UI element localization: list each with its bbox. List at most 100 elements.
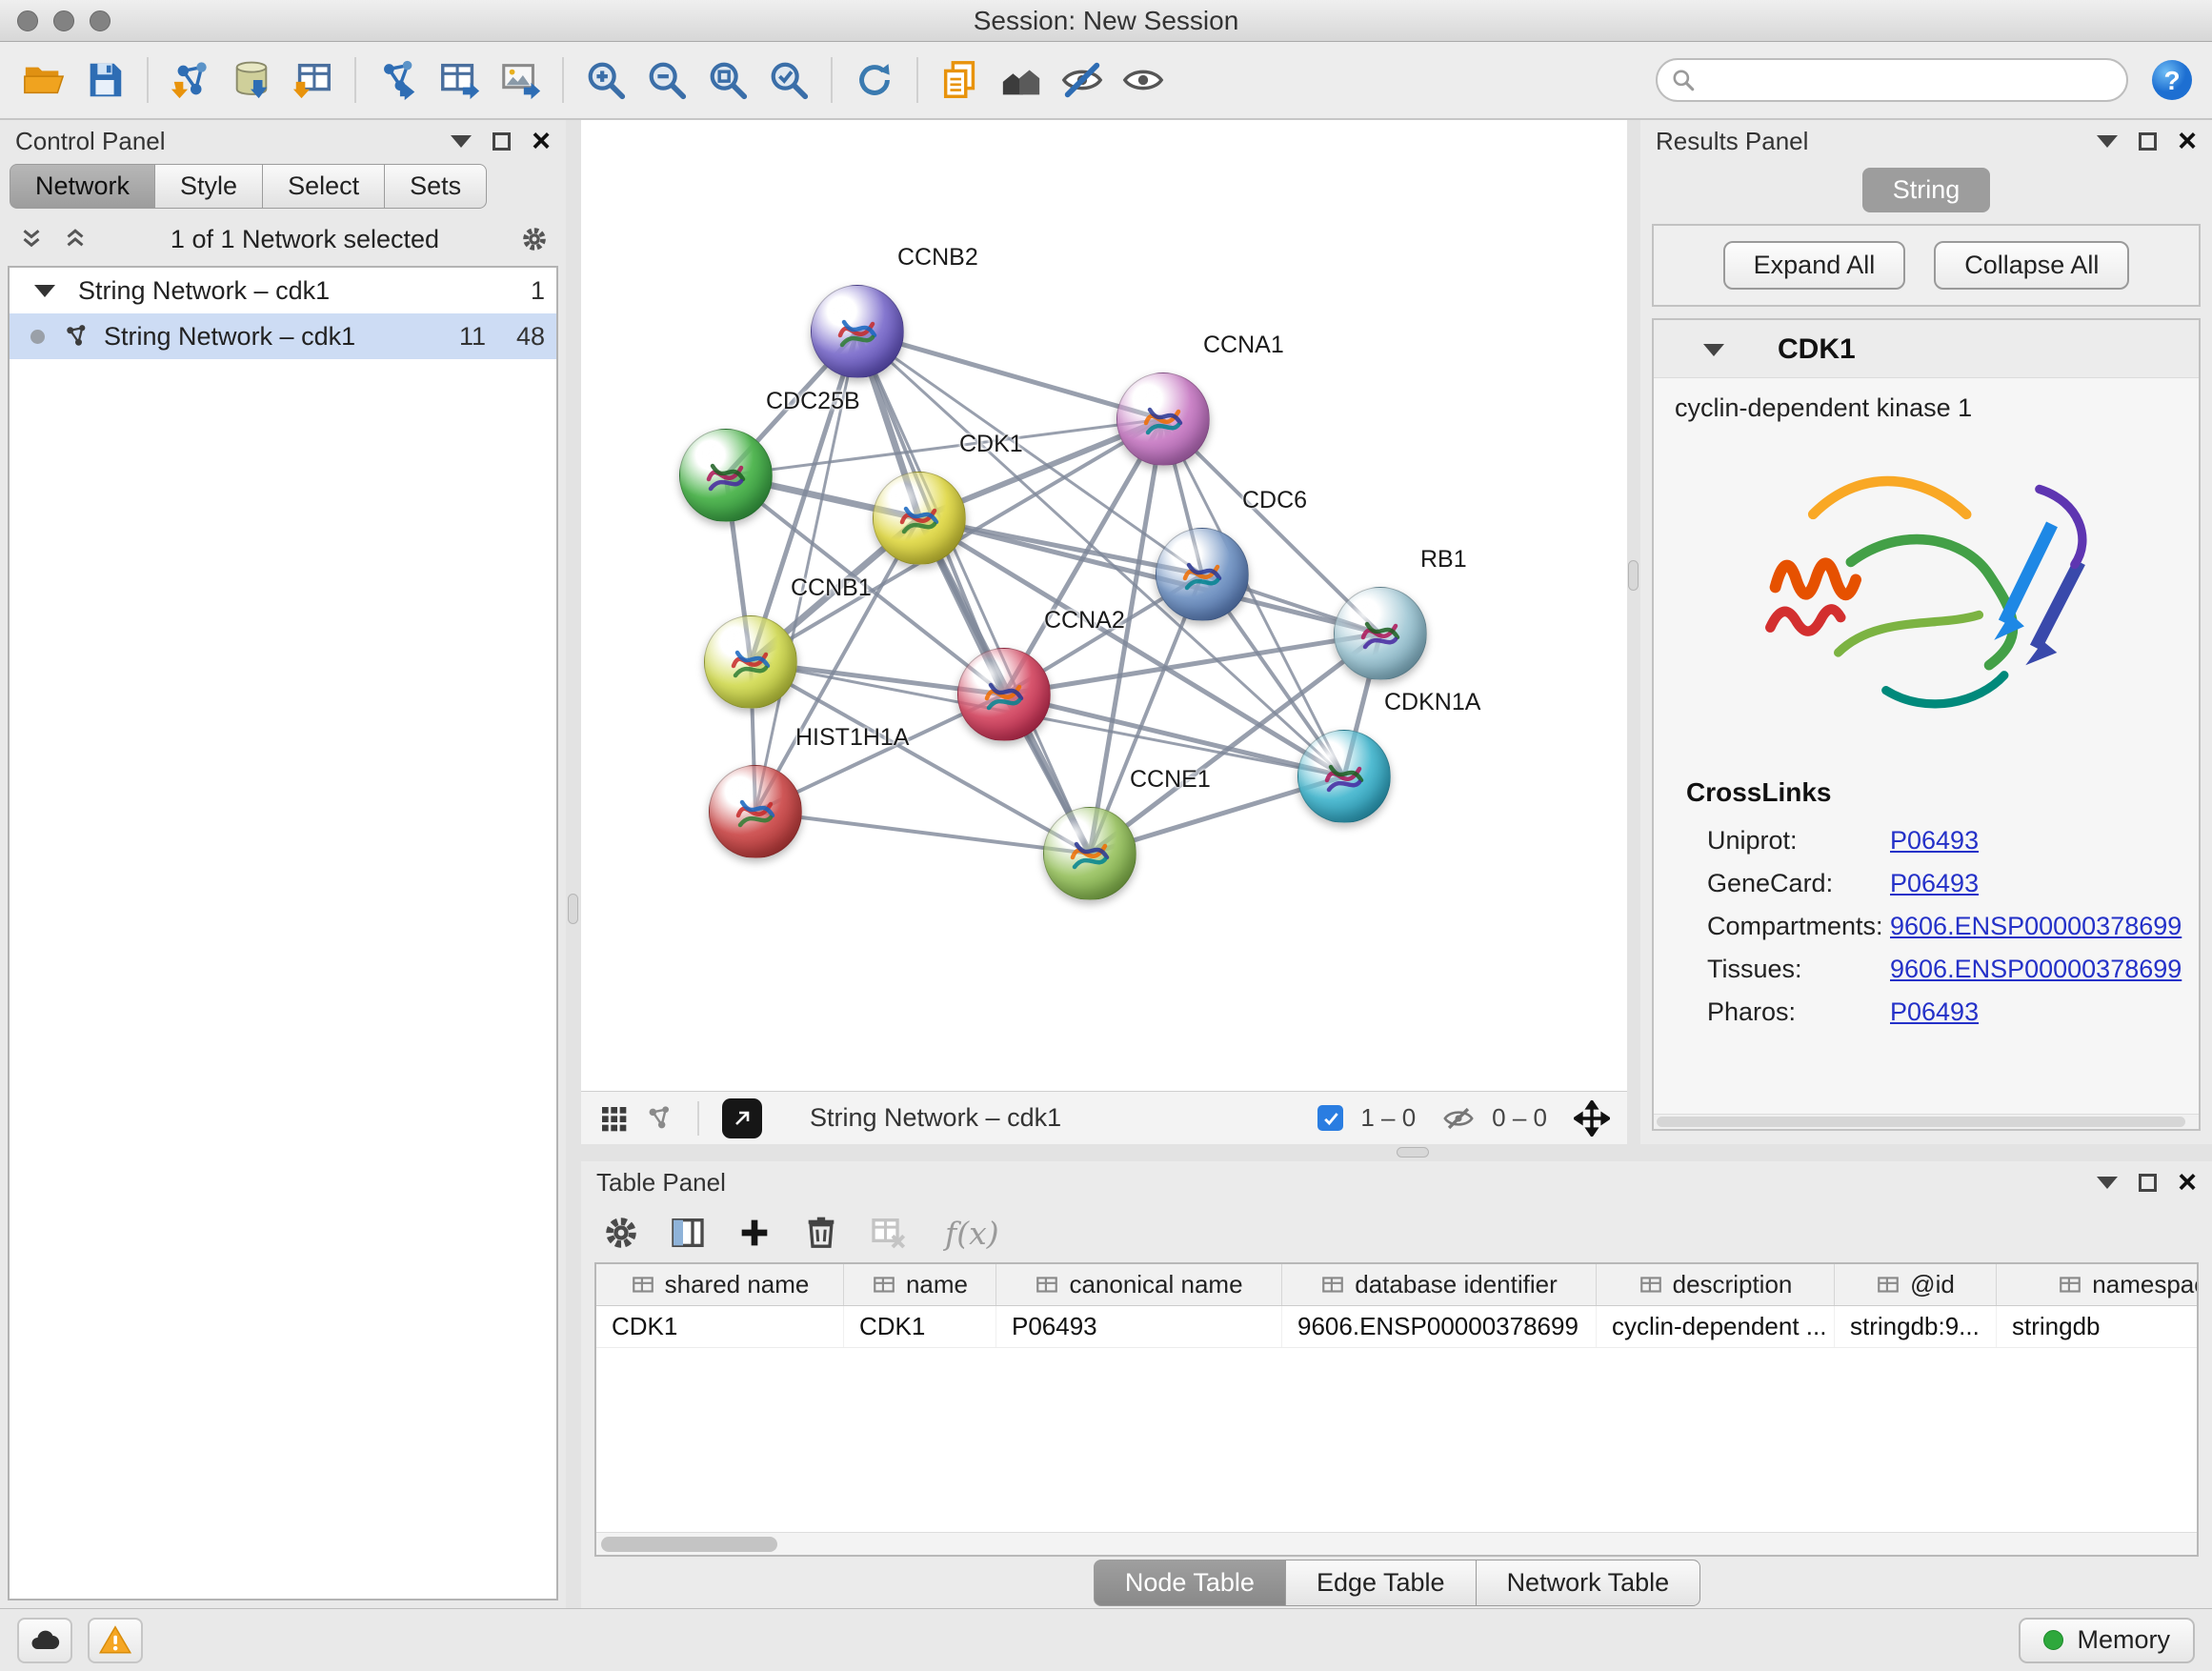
tab-network-table[interactable]: Network Table — [1476, 1560, 1701, 1606]
maximize-panel-icon[interactable] — [2139, 132, 2157, 151]
float-panel-icon[interactable] — [451, 135, 472, 148]
gene-entry-header[interactable]: CDK1 — [1654, 320, 2199, 378]
function-builder-button[interactable]: f(x) — [945, 1215, 999, 1252]
tab-sets[interactable]: Sets — [384, 164, 487, 209]
import-network-button[interactable] — [162, 51, 219, 109]
gear-icon[interactable] — [520, 225, 549, 253]
collapse-entry-icon[interactable] — [1703, 344, 1724, 356]
export-table-button[interactable] — [431, 51, 488, 109]
edge-CDK1-RB1[interactable] — [919, 518, 1380, 634]
network-collection-row[interactable]: String Network – cdk1 1 — [10, 268, 556, 313]
open-session-button[interactable] — [15, 51, 72, 109]
close-panel-icon[interactable]: × — [532, 125, 551, 157]
node-grid-icon[interactable] — [598, 1103, 629, 1134]
hidden-elements-icon[interactable] — [1442, 1102, 1475, 1135]
collapse-all-button[interactable]: Collapse All — [1934, 241, 2129, 290]
zoom-selected-button[interactable] — [760, 51, 817, 109]
node-RB1[interactable] — [1334, 587, 1427, 680]
zoom-out-button[interactable] — [638, 51, 695, 109]
float-panel-icon[interactable] — [2097, 1177, 2118, 1189]
edge-CCNE1-HIST1H1A[interactable] — [755, 812, 1090, 854]
session-home-button[interactable] — [993, 51, 1050, 109]
column-header-database-identifier[interactable]: database identifier — [1282, 1264, 1597, 1305]
right-splitter[interactable] — [1627, 120, 1640, 1144]
table-cell[interactable]: cyclin-dependent ... — [1597, 1306, 1835, 1347]
memory-button[interactable]: Memory — [2019, 1618, 2195, 1663]
export-image-button[interactable] — [492, 51, 549, 109]
export-network-button[interactable] — [370, 51, 427, 109]
table-settings-gear-icon[interactable] — [602, 1214, 640, 1252]
node-CCNA2[interactable] — [957, 648, 1051, 741]
left-splitter[interactable] — [566, 120, 581, 1608]
expand-all-button[interactable]: Expand All — [1723, 241, 1906, 290]
close-panel-icon[interactable]: × — [2178, 1166, 2197, 1198]
cloud-status-button[interactable] — [17, 1618, 72, 1663]
expand-all-icon[interactable] — [61, 225, 90, 253]
import-network-from-database-button[interactable] — [223, 51, 280, 109]
maximize-panel-icon[interactable] — [493, 132, 511, 151]
birds-eye-view-button[interactable] — [722, 1098, 762, 1138]
crosslink-link[interactable]: 9606.ENSP00000378699 — [1890, 912, 2182, 941]
add-column-icon[interactable] — [735, 1214, 774, 1252]
scrollbar-thumb[interactable] — [1657, 1117, 2185, 1127]
save-session-button[interactable] — [76, 51, 133, 109]
float-panel-icon[interactable] — [2097, 135, 2118, 148]
node-CDC25B[interactable] — [679, 429, 773, 522]
crosslink-link[interactable]: 9606.ENSP00000378699 — [1890, 955, 2182, 984]
show-graphics-details-button[interactable] — [1115, 51, 1172, 109]
window-minimize-button[interactable] — [53, 10, 74, 31]
table-row[interactable]: CDK1CDK1P064939606.ENSP00000378699cyclin… — [596, 1306, 2199, 1348]
table-cell[interactable]: CDK1 — [596, 1306, 844, 1347]
delete-column-icon[interactable] — [802, 1214, 840, 1252]
window-close-button[interactable] — [17, 10, 38, 31]
window-zoom-button[interactable] — [90, 10, 111, 31]
scrollbar-thumb[interactable] — [601, 1537, 777, 1552]
table-cell[interactable]: P06493 — [996, 1306, 1282, 1347]
tab-string[interactable]: String — [1862, 168, 1991, 212]
duplicate-network-button[interactable] — [932, 51, 989, 109]
splitter-handle[interactable] — [568, 894, 578, 924]
edge-CCNB2-CCNE1[interactable] — [857, 332, 1090, 854]
horizontal-splitter[interactable] — [581, 1144, 2212, 1161]
column-header-namespace[interactable]: namespace — [1997, 1264, 2199, 1305]
tree-expander-icon[interactable] — [34, 285, 55, 297]
column-header--id[interactable]: @id — [1835, 1264, 1997, 1305]
zoom-in-button[interactable] — [577, 51, 634, 109]
tab-edge-table[interactable]: Edge Table — [1285, 1560, 1477, 1606]
crosslink-link[interactable]: P06493 — [1890, 826, 1979, 856]
zoom-fit-content-button[interactable] — [699, 51, 756, 109]
maximize-panel-icon[interactable] — [2139, 1174, 2157, 1192]
results-horizontal-scrollbar[interactable] — [1654, 1114, 2199, 1129]
network-row[interactable]: String Network – cdk1 11 48 — [10, 313, 556, 359]
refresh-view-button[interactable] — [846, 51, 903, 109]
import-table-button[interactable] — [284, 51, 341, 109]
column-header-shared-name[interactable]: shared name — [596, 1264, 844, 1305]
node-CDC6[interactable] — [1156, 528, 1249, 621]
node-CCNB2[interactable] — [811, 285, 904, 378]
network-canvas[interactable]: CCNB2CCNA1CDC25BCDK1CDC6RB1CCNB1CCNA2CDK… — [581, 120, 1627, 1091]
crosslink-link[interactable]: P06493 — [1890, 869, 1979, 898]
search-input[interactable] — [1656, 58, 2128, 102]
tab-select[interactable]: Select — [262, 164, 385, 209]
node-CCNA1[interactable] — [1116, 372, 1210, 466]
tab-network[interactable]: Network — [10, 164, 155, 209]
hide-graphics-details-button[interactable] — [1054, 51, 1111, 109]
table-horizontal-scrollbar[interactable] — [596, 1532, 2197, 1555]
close-panel-icon[interactable]: × — [2178, 125, 2197, 157]
network-share-icon[interactable] — [644, 1103, 674, 1134]
show-columns-icon[interactable] — [669, 1214, 707, 1252]
splitter-handle[interactable] — [1628, 560, 1639, 591]
table-cell[interactable]: CDK1 — [844, 1306, 996, 1347]
move-pan-icon[interactable] — [1574, 1100, 1610, 1137]
selected-elements-icon[interactable] — [1317, 1105, 1343, 1131]
tab-style[interactable]: Style — [154, 164, 263, 209]
column-header-canonical-name[interactable]: canonical name — [996, 1264, 1282, 1305]
table-cell[interactable]: stringdb — [1997, 1306, 2199, 1347]
table-cell[interactable]: 9606.ENSP00000378699 — [1282, 1306, 1597, 1347]
table-cell[interactable]: stringdb:9... — [1835, 1306, 1997, 1347]
help-button[interactable]: ? — [2147, 55, 2197, 105]
node-CDKN1A[interactable] — [1297, 730, 1391, 823]
node-CCNE1[interactable] — [1043, 807, 1136, 900]
crosslink-link[interactable]: P06493 — [1890, 997, 1979, 1027]
collapse-all-icon[interactable] — [17, 225, 46, 253]
